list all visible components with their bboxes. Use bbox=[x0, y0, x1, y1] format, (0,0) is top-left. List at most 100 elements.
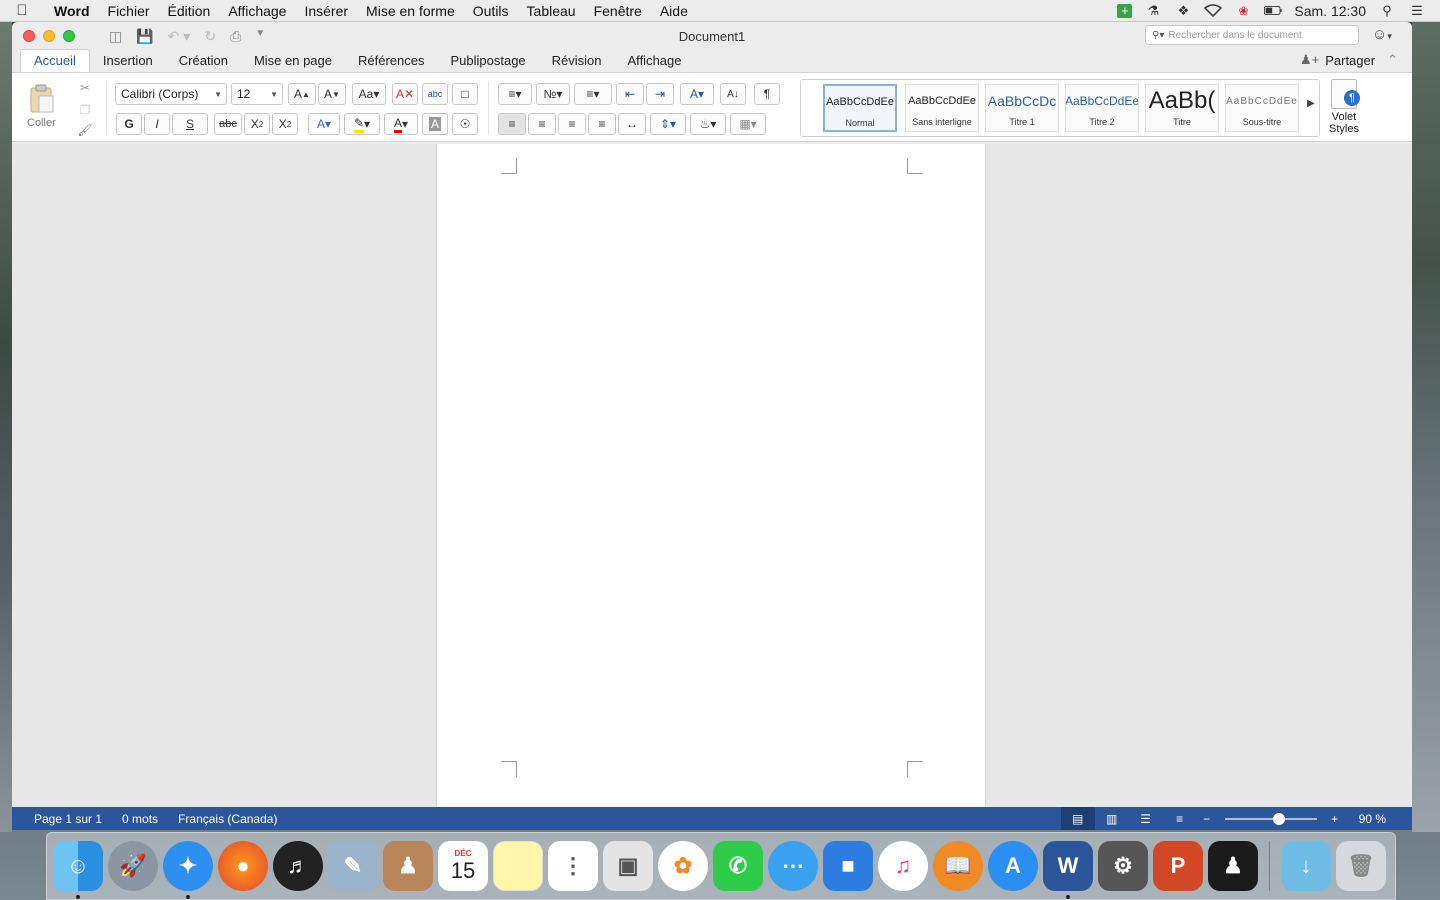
feedback-smiley-icon[interactable]: ☺▾ bbox=[1372, 26, 1392, 43]
search-document-input[interactable]: ⚲▾ Rechercher dans le document bbox=[1145, 25, 1359, 45]
strikethrough-button[interactable]: abc bbox=[214, 113, 242, 135]
underline-button[interactable]: S bbox=[172, 113, 208, 135]
draft-view-icon[interactable]: ≡ bbox=[1163, 807, 1197, 830]
fullscreen-window-button[interactable] bbox=[63, 30, 75, 42]
cut-icon[interactable]: ✂ bbox=[74, 77, 96, 99]
launchpad-icon[interactable]: 🚀 bbox=[108, 841, 158, 891]
finder-icon[interactable]: ☺ bbox=[53, 841, 103, 899]
text-effects-button[interactable]: A▾ bbox=[308, 113, 340, 135]
tab-affichage[interactable]: Affichage bbox=[615, 50, 695, 72]
kindle-icon[interactable]: ♟ bbox=[1208, 841, 1258, 891]
style-titre[interactable]: AaBb( Titre bbox=[1145, 84, 1219, 132]
flask-status-icon[interactable]: ⚗ bbox=[1144, 3, 1162, 18]
zoom-out-button[interactable]: − bbox=[1197, 807, 1217, 830]
language[interactable]: Français (Canada) bbox=[168, 812, 287, 826]
phonetic-guide-icon[interactable]: abc bbox=[422, 83, 448, 105]
menu-fichier[interactable]: Fichier bbox=[99, 0, 159, 22]
style-sans-interligne[interactable]: AaBbCcDdEe Sans interligne bbox=[905, 84, 979, 132]
shrink-font-button[interactable]: A ▼ bbox=[318, 83, 346, 105]
menu-tableau[interactable]: Tableau bbox=[518, 0, 585, 22]
firefox-icon[interactable]: ● bbox=[218, 841, 268, 891]
change-case-button[interactable]: Aa▾ bbox=[352, 83, 386, 105]
print-icon[interactable]: ⎙ bbox=[230, 28, 241, 45]
italic-button[interactable]: I bbox=[144, 113, 170, 135]
zoom-slider-knob[interactable] bbox=[1272, 812, 1285, 825]
bold-button[interactable]: G bbox=[116, 113, 142, 135]
align-right-button[interactable]: ≡ bbox=[558, 113, 586, 135]
app-store-icon[interactable]: A bbox=[988, 841, 1038, 891]
canada-flag-icon[interactable]: ❀ bbox=[1234, 4, 1252, 18]
contacts-icon[interactable]: ♟ bbox=[383, 841, 433, 891]
tab-revision[interactable]: Révision bbox=[539, 50, 615, 72]
style-titre-1[interactable]: AaBbCcDc Titre 1 bbox=[985, 84, 1059, 132]
tab-mise-en-page[interactable]: Mise en page bbox=[241, 50, 345, 72]
multilevel-list-button[interactable]: ≡▾ bbox=[574, 83, 612, 105]
character-shading-icon[interactable]: A bbox=[422, 113, 448, 135]
menu-app-name[interactable]: Word bbox=[44, 0, 99, 22]
reminders-icon[interactable]: ⋮ bbox=[548, 841, 598, 891]
tab-creation[interactable]: Création bbox=[166, 50, 241, 72]
superscript-button[interactable]: X2 bbox=[272, 113, 298, 135]
spotlight-search-icon[interactable]: ⚲ bbox=[1378, 3, 1396, 18]
undo-icon[interactable]: ↶ ▾ bbox=[168, 28, 191, 45]
messages-icon[interactable]: ⋯ bbox=[768, 841, 818, 891]
photo-booth-icon[interactable]: ▣ bbox=[603, 841, 653, 891]
copy-icon[interactable]: ❐ bbox=[74, 99, 96, 121]
borders-button[interactable]: ▦▾ bbox=[730, 113, 766, 135]
paste-button[interactable] bbox=[22, 77, 62, 121]
calendar-icon[interactable]: DÉC 15 bbox=[438, 841, 488, 891]
clear-formatting-icon[interactable]: A✕ bbox=[392, 83, 418, 105]
menu-affichage[interactable]: Affichage bbox=[219, 0, 295, 22]
document-page[interactable] bbox=[436, 144, 986, 807]
show-formatting-marks-button[interactable]: ¶ bbox=[754, 83, 780, 105]
safari-icon[interactable]: ✦ bbox=[163, 841, 213, 899]
shading-button[interactable]: ♨▾ bbox=[690, 113, 726, 135]
tab-insertion[interactable]: Insertion bbox=[90, 50, 166, 72]
word-count[interactable]: 0 mots bbox=[112, 812, 168, 826]
menu-inserer[interactable]: Insérer bbox=[295, 0, 357, 22]
save-icon[interactable]: 💾 bbox=[136, 28, 153, 45]
photos-icon[interactable]: ✿ bbox=[658, 841, 708, 891]
battery-icon[interactable] bbox=[1264, 4, 1282, 18]
sort-button[interactable]: A↓ bbox=[720, 83, 746, 105]
dropbox-icon[interactable]: ❖ bbox=[1174, 3, 1192, 18]
menu-edition[interactable]: Édition bbox=[159, 0, 220, 22]
redo-icon[interactable]: ↻ bbox=[204, 28, 216, 45]
notification-center-icon[interactable]: ☰ bbox=[1408, 3, 1426, 18]
menu-outils[interactable]: Outils bbox=[464, 0, 518, 22]
menu-aide[interactable]: Aide bbox=[651, 0, 697, 22]
customize-toolbar-icon[interactable]: ▼ bbox=[255, 28, 265, 45]
close-window-button[interactable] bbox=[23, 30, 35, 42]
preview-icon[interactable]: ✎ bbox=[328, 841, 378, 891]
increase-indent-button[interactable]: ⇥ bbox=[646, 83, 674, 105]
font-color-button[interactable]: A ▾ bbox=[384, 113, 418, 135]
page-count[interactable]: Page 1 sur 1 bbox=[12, 812, 112, 826]
apple-icon[interactable]:  bbox=[0, 2, 44, 19]
character-border-icon[interactable]: □ bbox=[452, 83, 478, 105]
zoom-slider[interactable] bbox=[1224, 812, 1317, 825]
justify-button[interactable]: ≡ bbox=[588, 113, 616, 135]
ibooks-icon[interactable]: 📖 bbox=[933, 841, 983, 891]
word-icon[interactable]: W bbox=[1043, 841, 1093, 899]
trash-icon[interactable]: 🗑 bbox=[1336, 841, 1386, 891]
zoom-in-button[interactable]: + bbox=[1325, 807, 1345, 830]
text-direction-button[interactable]: A▾ bbox=[680, 83, 714, 105]
dashboard-icon[interactable]: ♬ bbox=[273, 841, 323, 891]
clock[interactable]: Sam. 12:30 bbox=[1294, 3, 1366, 19]
menu-fenetre[interactable]: Fenêtre bbox=[585, 0, 651, 22]
notes-icon[interactable] bbox=[493, 841, 543, 891]
zoom-level[interactable]: 90 % bbox=[1345, 812, 1412, 826]
system-preferences-icon[interactable]: ⚙ bbox=[1098, 841, 1148, 891]
bullets-button[interactable]: ≡▾ bbox=[498, 83, 532, 105]
align-left-button[interactable]: ≡ bbox=[498, 113, 526, 135]
style-sous-titre[interactable]: AaBbCcDdEe Sous-titre bbox=[1225, 84, 1299, 132]
font-size-select[interactable]: 12 ▼ bbox=[231, 83, 283, 105]
tab-accueil[interactable]: Accueil bbox=[20, 49, 90, 72]
collapse-ribbon-icon[interactable]: ⌃ bbox=[1387, 52, 1398, 68]
plus-status-icon[interactable]: + bbox=[1117, 3, 1133, 18]
downloads-folder-icon[interactable]: ↓ bbox=[1281, 841, 1331, 891]
grow-font-button[interactable]: A ▲ bbox=[288, 83, 316, 105]
font-name-select[interactable]: Calibri (Corps) ▼ bbox=[115, 83, 227, 105]
align-center-button[interactable]: ≡ bbox=[528, 113, 556, 135]
menu-mise-en-forme[interactable]: Mise en forme bbox=[357, 0, 464, 22]
